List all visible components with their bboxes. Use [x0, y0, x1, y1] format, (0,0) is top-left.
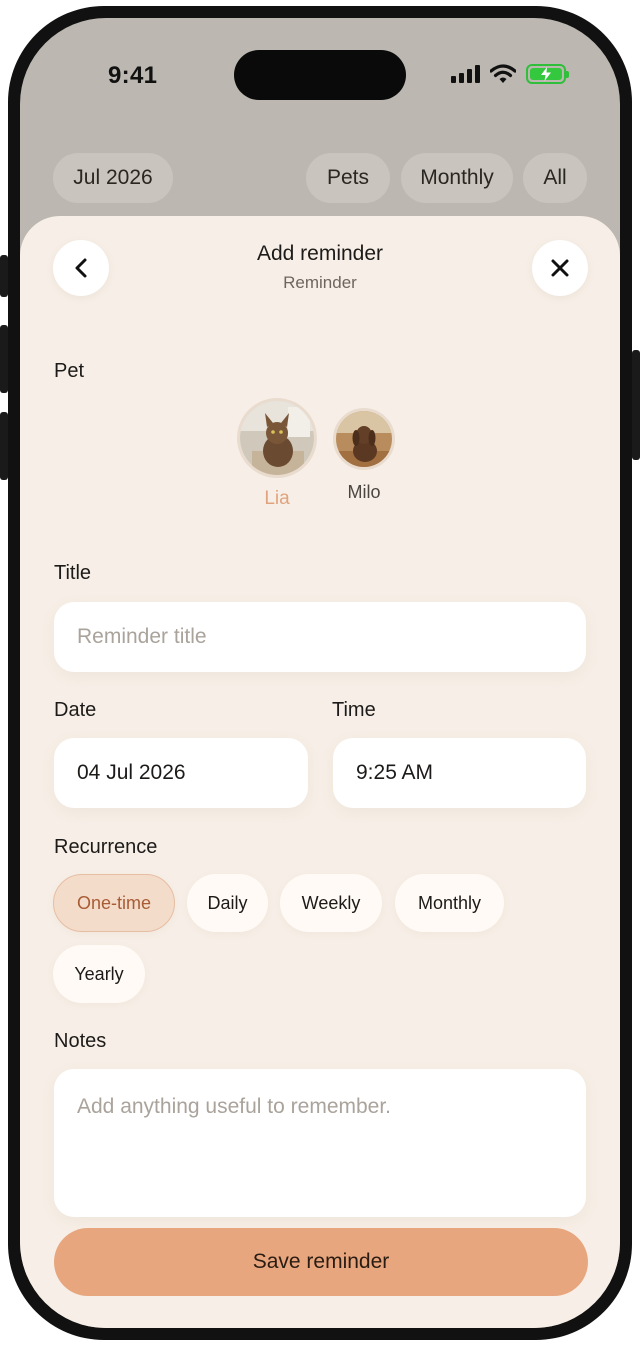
- recurrence-yearly[interactable]: Yearly: [53, 945, 145, 1003]
- time-field[interactable]: 9:25 AM: [333, 738, 586, 808]
- pet-option-milo[interactable]: Milo: [333, 408, 395, 503]
- battery-icon: [526, 64, 569, 84]
- date-field[interactable]: 04 Jul 2026: [54, 738, 308, 808]
- volume-down-button: [0, 412, 8, 480]
- cellular-signal-icon: [451, 65, 480, 83]
- recurrence-label: Recurrence: [54, 836, 158, 858]
- volume-up-button: [0, 325, 8, 393]
- time-label: Time: [332, 699, 376, 721]
- notes-label: Notes: [54, 1030, 107, 1052]
- recurrence-daily[interactable]: Daily: [187, 874, 268, 932]
- period-filter-chip[interactable]: Monthly: [401, 153, 513, 203]
- recurrence-one-time[interactable]: One-time: [53, 874, 175, 932]
- pets-filter-chip[interactable]: Pets: [306, 153, 390, 203]
- screen: 9:41 Jul 2026 Pets Monthly All Add remin…: [20, 18, 620, 1328]
- sheet-title: Add reminder: [256, 242, 384, 265]
- phone-frame: 9:41 Jul 2026 Pets Monthly All Add remin…: [8, 6, 632, 1340]
- status-time: 9:41: [108, 62, 158, 89]
- close-button[interactable]: [532, 240, 588, 296]
- month-filter-chip[interactable]: Jul 2026: [53, 153, 173, 203]
- wifi-icon: [490, 64, 516, 83]
- scope-filter-chip[interactable]: All: [523, 153, 587, 203]
- action-button: [0, 255, 8, 297]
- title-label: Title: [54, 562, 92, 584]
- dynamic-island: [234, 50, 406, 100]
- date-label: Date: [54, 699, 97, 721]
- pet-avatar-lia: [237, 398, 317, 478]
- pet-label: Pet: [54, 360, 85, 382]
- save-reminder-button[interactable]: Save reminder: [54, 1228, 588, 1296]
- notes-textarea[interactable]: Add anything useful to remember.: [54, 1069, 586, 1217]
- pet-name-milo: Milo: [347, 482, 381, 502]
- pet-avatar-milo: [333, 408, 395, 470]
- power-button: [632, 350, 640, 460]
- pet-option-lia[interactable]: Lia: [237, 398, 317, 510]
- charging-bolt-icon: [541, 67, 551, 81]
- pet-name-lia: Lia: [264, 488, 290, 509]
- status-icons: [451, 64, 569, 84]
- close-icon: [551, 259, 569, 277]
- title-input[interactable]: Reminder title: [54, 602, 586, 672]
- recurrence-monthly[interactable]: Monthly: [395, 874, 504, 932]
- sheet-subtitle: Reminder: [283, 273, 357, 292]
- add-reminder-sheet: Add reminder Reminder Pet Lia Milo Title…: [20, 216, 620, 1328]
- recurrence-weekly[interactable]: Weekly: [280, 874, 382, 932]
